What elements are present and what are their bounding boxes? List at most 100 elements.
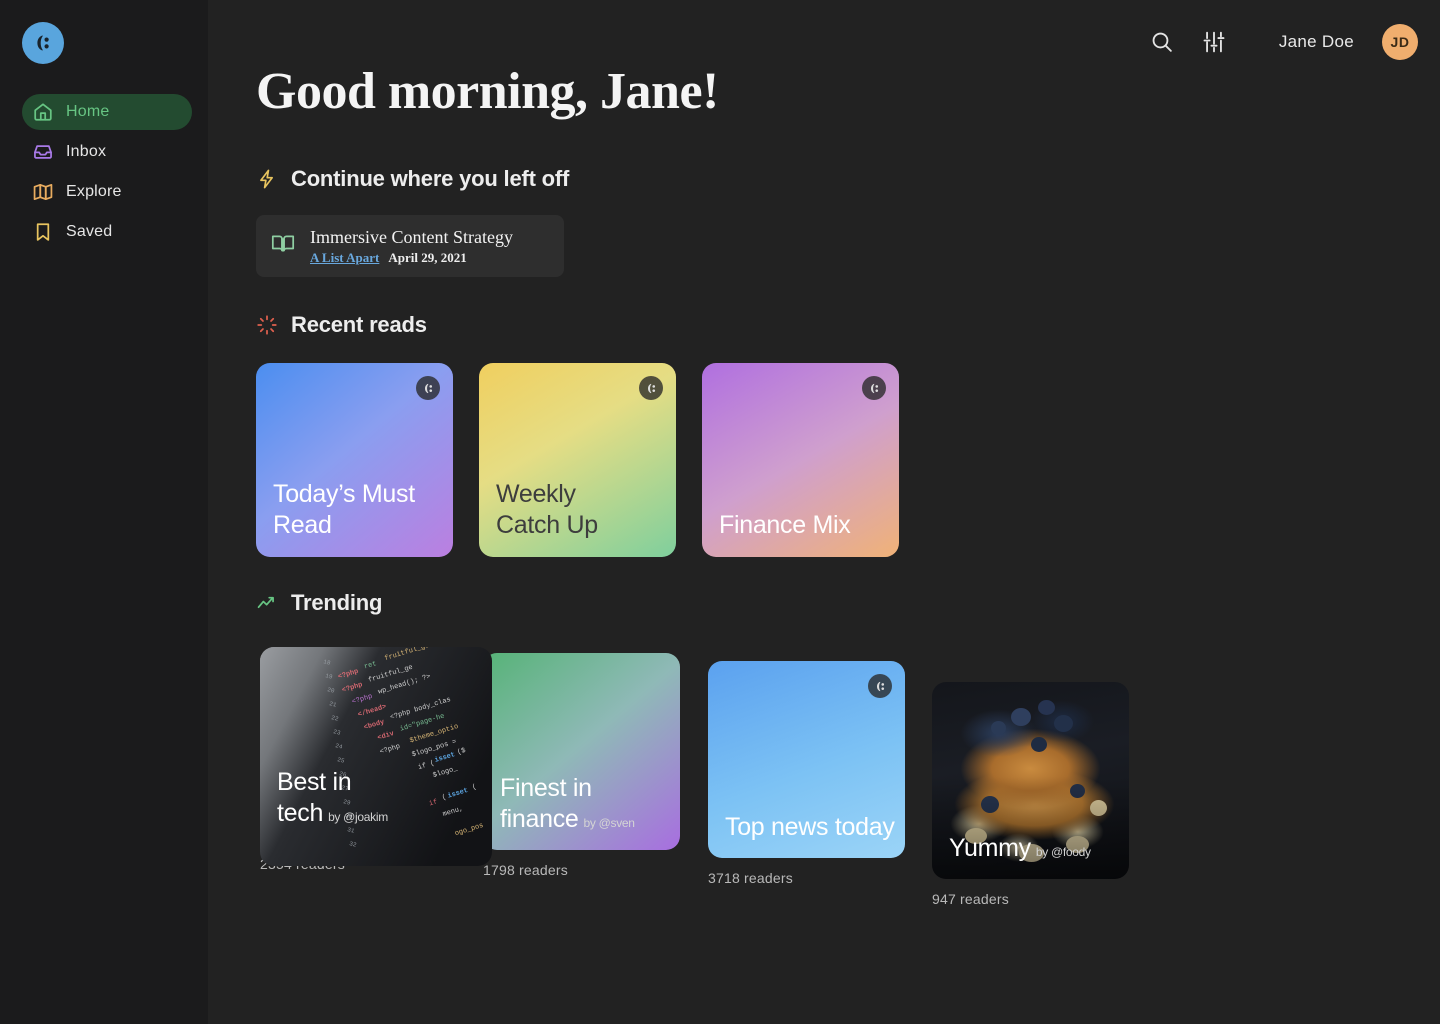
- trending-card-byline: by @sven: [583, 815, 635, 830]
- map-icon: [32, 181, 54, 203]
- sidebar-item-explore[interactable]: Explore: [22, 174, 192, 210]
- svg-text:ret: ret: [363, 660, 377, 671]
- svg-text:($: ($: [456, 747, 466, 757]
- search-icon[interactable]: [1149, 29, 1175, 55]
- svg-text:fruitful_ge: fruitful_ge: [367, 664, 414, 685]
- section-header-continue: Continue where you left off: [256, 166, 569, 192]
- section-title: Trending: [291, 590, 383, 615]
- recent-card-weekly[interactable]: Weekly Catch Up: [479, 363, 676, 557]
- section-title: Recent reads: [291, 312, 427, 337]
- svg-text:<?php: <?php: [379, 743, 401, 757]
- trending-card-title-text: Finest in finance: [500, 774, 592, 833]
- continue-card-source[interactable]: A List Apart: [310, 250, 379, 266]
- trending-card-title: Finest in finance by @sven: [500, 773, 674, 834]
- trending-card-readers: 1798 readers: [483, 862, 568, 878]
- svg-text:<?php body_clas: <?php body_clas: [389, 696, 452, 722]
- trending-row: 18 19 20 21 22 23 24 25 26 27 29 30 31 3…: [256, 640, 1129, 907]
- svg-text:19: 19: [325, 672, 334, 681]
- sidebar-item-saved[interactable]: Saved: [22, 214, 192, 250]
- recent-card-title: Finance Mix: [719, 510, 851, 539]
- trending-up-icon: [256, 592, 278, 614]
- app-logo-icon: [416, 376, 440, 400]
- svg-text:<?php: <?php: [351, 693, 373, 707]
- svg-text:25: 25: [337, 756, 346, 765]
- svg-text:21: 21: [329, 700, 338, 709]
- sidebar-nav: Home Inbox Explore Saved: [22, 94, 192, 254]
- sparkle-burst-icon: [256, 314, 278, 336]
- continue-card-meta: A List Apart April 29, 2021: [310, 250, 513, 266]
- trending-card-top-news-today[interactable]: Top news today: [708, 661, 905, 858]
- app-logo-icon: [37, 35, 49, 51]
- trending-card-readers: 3718 readers: [708, 870, 793, 886]
- trending-cell-topnews: Top news today 3718 readers: [708, 661, 905, 886]
- svg-text:22: 22: [331, 714, 340, 723]
- app-root: Home Inbox Explore Saved Jane Doe JD Goo…: [0, 0, 1440, 1024]
- section-title: Continue where you left off: [291, 166, 570, 191]
- sidebar-item-label: Home: [66, 103, 110, 120]
- svg-text:isset: isset: [434, 751, 456, 765]
- open-book-icon: [270, 231, 296, 262]
- trending-card-yummy[interactable]: Yummy by @foody: [932, 682, 1129, 879]
- svg-text:$logo_pos =: $logo_pos =: [411, 738, 458, 759]
- svg-text:<body: <body: [363, 718, 386, 732]
- trending-cell-finance: Finest in finance by @sven 1798 readers: [483, 653, 680, 878]
- trending-card-title: Best in tech by @joakim: [277, 767, 451, 828]
- svg-text:32: 32: [349, 840, 358, 849]
- recent-card-title: Weekly Catch Up: [496, 480, 598, 539]
- trending-cell-tech: 18 19 20 21 22 23 24 25 26 27 29 30 31 3…: [260, 647, 492, 872]
- trending-card-finest-in-finance[interactable]: Finest in finance by @sven: [483, 653, 680, 850]
- trending-card-readers: 947 readers: [932, 891, 1009, 907]
- svg-text:24: 24: [335, 742, 344, 751]
- svg-text:23: 23: [333, 728, 342, 737]
- app-logo-icon: [868, 674, 892, 698]
- trending-card-title-text: Top news today: [725, 812, 895, 841]
- app-logo-icon: [862, 376, 886, 400]
- app-logo[interactable]: [22, 22, 64, 64]
- recent-card-today[interactable]: Today’s Must Read: [256, 363, 453, 557]
- svg-text:id="page-he: id="page-he: [399, 713, 446, 734]
- svg-text:$theme_optio: $theme_optio: [409, 723, 460, 745]
- section-trending: Trending 18 19 20 21 22 23 24 25 26 27 2…: [256, 590, 1129, 907]
- svg-text:<?php: <?php: [341, 681, 363, 695]
- trending-card-best-in-tech[interactable]: 18 19 20 21 22 23 24 25 26 27 29 30 31 3…: [260, 647, 492, 866]
- svg-text:</head>: </head>: [357, 703, 387, 719]
- continue-card-date: April 29, 2021: [388, 249, 467, 265]
- inbox-icon: [32, 141, 54, 163]
- user-name: Jane Doe: [1278, 32, 1354, 51]
- trending-card-title: Yummy by @foody: [949, 833, 1123, 864]
- page-title: Good morning, Jane!: [256, 63, 719, 120]
- section-header-recent: Recent reads: [256, 312, 899, 338]
- trending-card-title-text: Yummy: [949, 833, 1031, 862]
- recent-reads-row: Today’s Must Read Weekly Catch Up Financ…: [256, 363, 899, 557]
- trending-card-readers: 2354 readers: [260, 856, 345, 872]
- sidebar-item-label: Saved: [66, 223, 113, 240]
- lightning-bolt-icon: [256, 168, 278, 190]
- svg-text:wp_head(); ?>: wp_head(); ?>: [377, 673, 432, 697]
- svg-text:20: 20: [327, 686, 336, 695]
- bookmark-icon: [32, 221, 54, 243]
- svg-text:<?php: <?php: [337, 668, 359, 682]
- continue-card[interactable]: Immersive Content Strategy A List Apart …: [256, 215, 564, 277]
- continue-card-text: Immersive Content Strategy A List Apart …: [310, 227, 513, 266]
- topbar: Jane Doe JD: [1149, 24, 1418, 60]
- recent-card-title: Today’s Must Read: [273, 480, 415, 539]
- sidebar-item-inbox[interactable]: Inbox: [22, 134, 192, 170]
- svg-text:<div: <div: [377, 730, 396, 743]
- svg-text:ogo_pos: ogo_pos: [454, 822, 484, 838]
- sidebar-item-label: Inbox: [66, 143, 107, 160]
- svg-text:(: (: [471, 783, 477, 792]
- trending-card-byline: by @foody: [1035, 844, 1091, 859]
- svg-text:fruitful_ge: fruitful_ge: [384, 647, 431, 663]
- app-logo-icon: [639, 376, 663, 400]
- recent-card-finance-mix[interactable]: Finance Mix: [702, 363, 899, 557]
- section-header-trending: Trending: [256, 590, 382, 616]
- sidebar-item-home[interactable]: Home: [22, 94, 192, 130]
- trending-cell-yummy: Yummy by @foody 947 readers: [932, 682, 1129, 907]
- home-icon: [32, 101, 54, 123]
- continue-card-title: Immersive Content Strategy: [310, 226, 513, 247]
- section-continue: Continue where you left off Immersive Co…: [256, 166, 569, 277]
- sliders-icon[interactable]: [1201, 29, 1227, 55]
- trending-card-title: Top news today: [725, 812, 899, 843]
- avatar[interactable]: JD: [1382, 24, 1418, 60]
- sidebar-item-label: Explore: [66, 183, 122, 200]
